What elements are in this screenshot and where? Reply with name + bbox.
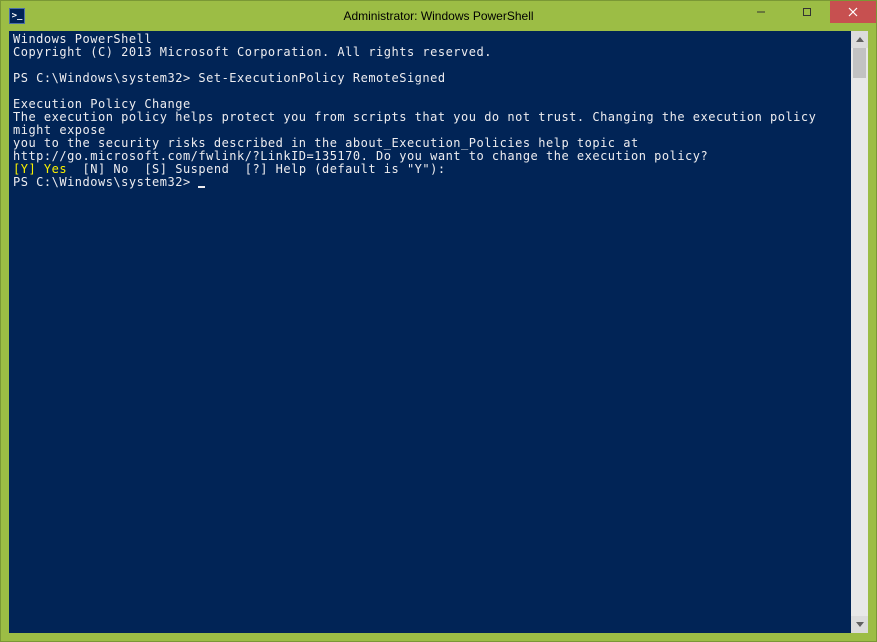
policy-change-title: Execution Policy Change	[13, 97, 191, 111]
scrollbar-track[interactable]	[851, 48, 868, 616]
titlebar[interactable]: >_ Administrator: Windows PowerShell	[1, 1, 876, 31]
scrollbar-down-arrow[interactable]	[851, 616, 868, 633]
chevron-up-icon	[856, 37, 864, 42]
close-button[interactable]	[830, 1, 876, 23]
minimize-icon	[756, 7, 766, 17]
scrollbar[interactable]	[851, 31, 868, 633]
terminal[interactable]: Windows PowerShell Copyright (C) 2013 Mi…	[9, 31, 868, 633]
chevron-down-icon	[856, 622, 864, 627]
cursor	[198, 186, 205, 188]
scrollbar-thumb[interactable]	[853, 48, 866, 78]
window-controls	[738, 1, 876, 23]
minimize-button[interactable]	[738, 1, 784, 23]
powershell-window: >_ Administrator: Windows PowerShell Win…	[0, 0, 877, 642]
scrollbar-up-arrow[interactable]	[851, 31, 868, 48]
terminal-frame: Windows PowerShell Copyright (C) 2013 Mi…	[1, 31, 876, 641]
ps-header-2: Copyright (C) 2013 Microsoft Corporation…	[13, 45, 492, 59]
option-rest: [N] No [S] Suspend [?] Help (default is …	[67, 162, 446, 176]
policy-change-body: The execution policy helps protect you f…	[13, 110, 824, 163]
app-icon-glyph: >_	[12, 11, 23, 21]
ps-prompt-2: PS C:\Windows\system32>	[13, 175, 198, 189]
app-icon[interactable]: >_	[9, 8, 25, 24]
ps-header-1: Windows PowerShell	[13, 32, 152, 46]
window-title: Administrator: Windows PowerShell	[343, 9, 533, 23]
ps-prompt-1: PS C:\Windows\system32> Set-ExecutionPol…	[13, 71, 446, 85]
option-yes: [Y] Yes	[13, 162, 67, 176]
maximize-icon	[802, 7, 812, 17]
close-icon	[848, 7, 858, 17]
maximize-button[interactable]	[784, 1, 830, 23]
terminal-output[interactable]: Windows PowerShell Copyright (C) 2013 Mi…	[9, 31, 851, 633]
